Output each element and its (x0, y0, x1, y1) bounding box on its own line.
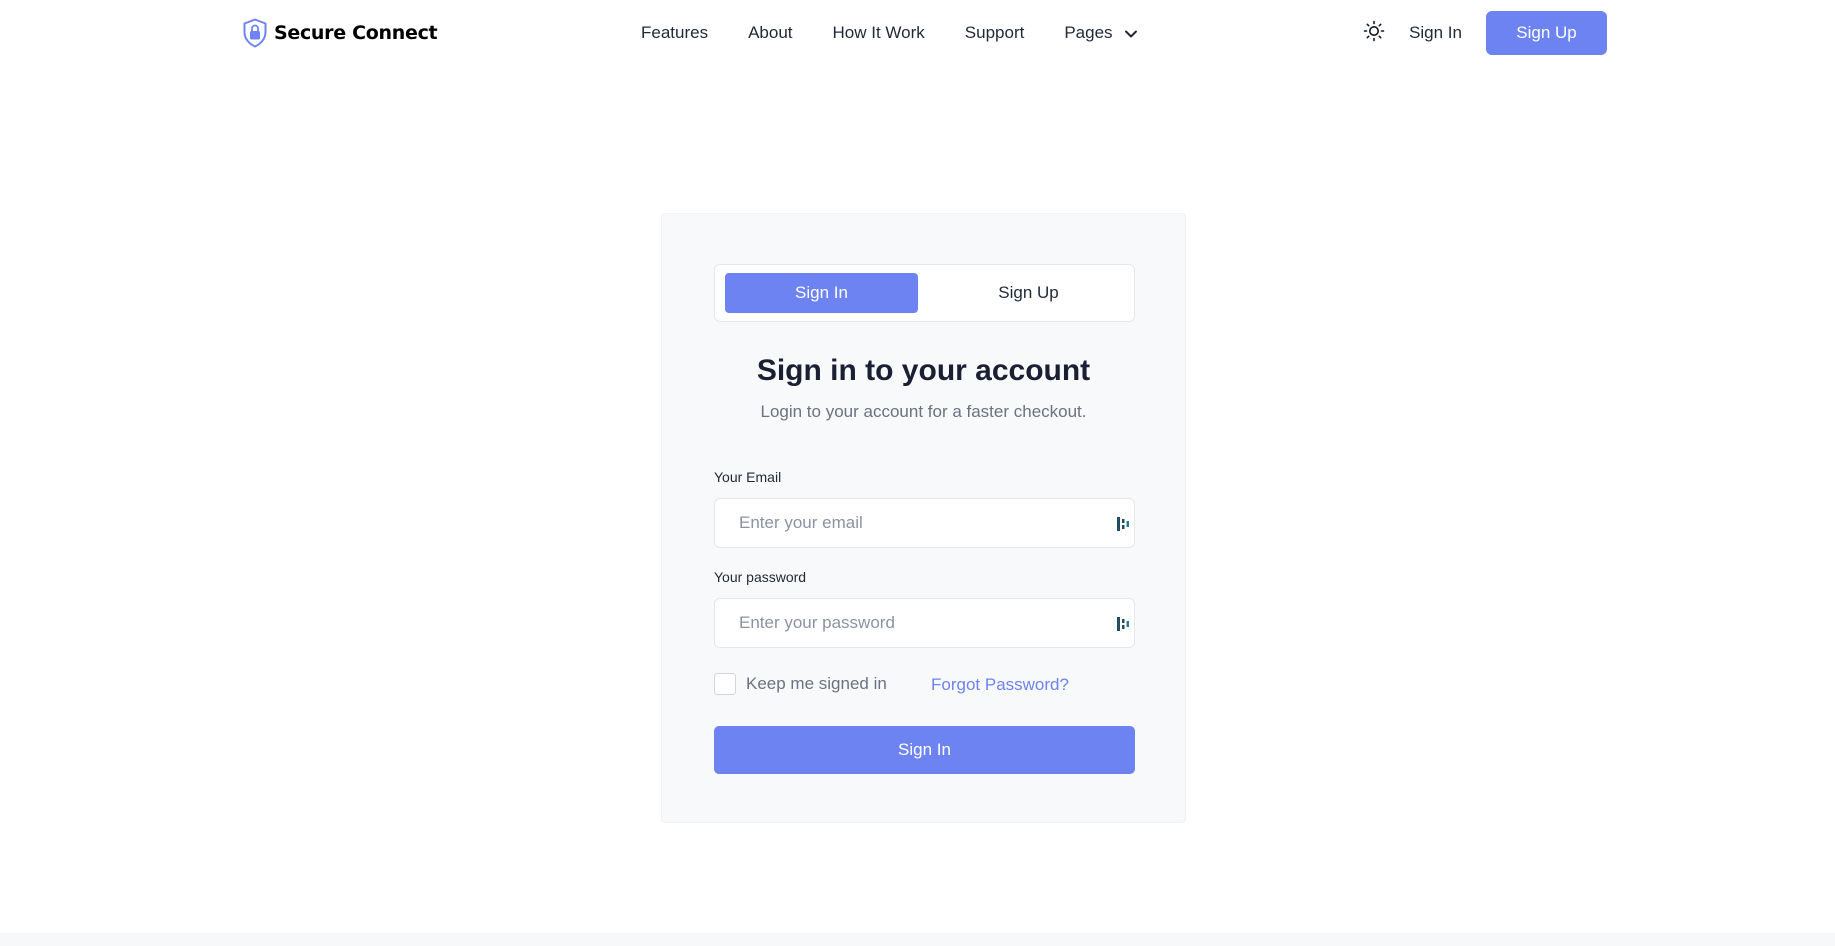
header-actions: Sign In Sign Up (1361, 11, 1607, 55)
footer-band (0, 933, 1835, 946)
chevron-down-icon (1123, 25, 1139, 41)
brand-name: Secure Connect (274, 22, 438, 44)
sun-icon (1363, 20, 1385, 47)
email-field-wrapper (714, 498, 1135, 548)
page-subtitle: Login to your account for a faster check… (760, 402, 1087, 421)
remember-me-label[interactable]: Keep me signed in (746, 674, 887, 694)
nav-link-support[interactable]: Support (965, 21, 1025, 45)
sign-in-submit-button[interactable]: Sign In (714, 726, 1135, 774)
header-signup-button[interactable]: Sign Up (1486, 11, 1607, 55)
nav-link-how-it-work[interactable]: How It Work (833, 21, 925, 45)
password-manager-icon[interactable] (1117, 616, 1130, 632)
password-label: Your password (714, 569, 807, 585)
email-field[interactable] (715, 499, 1134, 547)
header-signin-link[interactable]: Sign In (1409, 23, 1462, 43)
nav-pages-label: Pages (1064, 23, 1113, 42)
email-label: Your Email (714, 469, 782, 485)
tab-sign-in[interactable]: Sign In (725, 273, 918, 313)
auth-tab-switch: Sign In Sign Up (714, 264, 1135, 322)
password-manager-icon[interactable] (1117, 516, 1130, 532)
theme-toggle-button[interactable] (1361, 20, 1387, 46)
remember-me-checkbox[interactable] (714, 673, 736, 695)
remember-me-row: Keep me signed in (714, 673, 887, 695)
tab-sign-up[interactable]: Sign Up (932, 273, 1125, 313)
site-header: Secure Connect Features About How It Wor… (0, 0, 1835, 66)
shield-lock-icon (242, 18, 268, 48)
brand-logo[interactable]: Secure Connect (242, 18, 438, 48)
password-field-wrapper (714, 598, 1135, 648)
nav-link-features[interactable]: Features (641, 21, 708, 45)
main-nav: Features About How It Work Support Pages (641, 21, 1139, 45)
nav-link-about[interactable]: About (748, 21, 792, 45)
auth-card: Sign In Sign Up Sign in to your account … (661, 213, 1186, 823)
nav-pages-dropdown[interactable]: Pages (1064, 21, 1138, 45)
password-field[interactable] (715, 599, 1134, 647)
page-title: Sign in to your account (756, 354, 1091, 387)
forgot-password-link[interactable]: Forgot Password? (931, 675, 1069, 695)
